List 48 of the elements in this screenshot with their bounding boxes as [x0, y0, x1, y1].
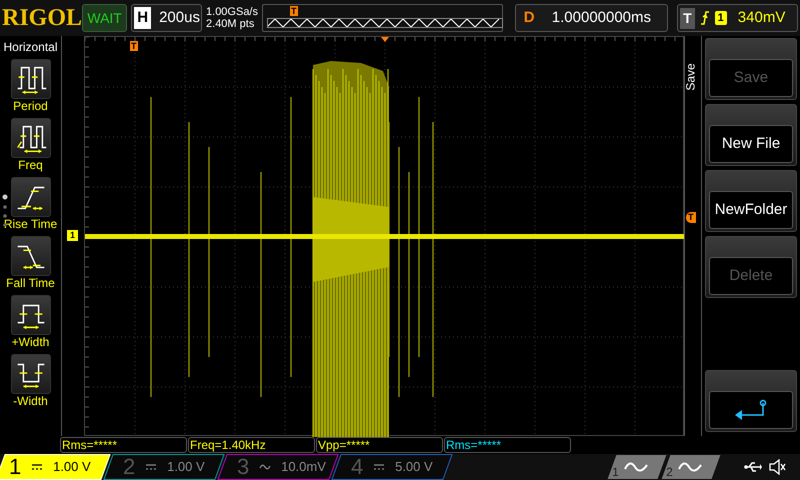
- softkey-button[interactable]: New File: [705, 104, 797, 166]
- channel-tab[interactable]: 3 10.0mV: [217, 454, 339, 480]
- ac-coupling-icon: [259, 463, 272, 471]
- run-status: WAIT: [82, 4, 128, 32]
- timebase-label: H: [134, 6, 152, 30]
- measurement-readout: Rms=*****: [60, 437, 187, 453]
- return-arrow-icon: [733, 399, 769, 421]
- delay-value: 1.00000000ms: [552, 8, 652, 28]
- memory-waveform-icon: [267, 18, 503, 28]
- timebase-value: 200us: [159, 8, 200, 28]
- trigger-source: 1: [714, 11, 727, 25]
- delay-label: D: [524, 8, 536, 28]
- trigger-position-marker: T: [130, 41, 138, 51]
- channel-scale: 10.0mV: [281, 458, 326, 476]
- channel-tab[interactable]: 2 1.00 V: [103, 454, 225, 480]
- trigger-level-marker: T: [686, 212, 696, 223]
- softkey-button[interactable]: NewFolder: [705, 170, 797, 232]
- channel-scale: 5.00 V: [395, 458, 433, 476]
- dc-coupling-icon: [31, 463, 44, 471]
- measurement-readout: Vpp=*****: [316, 437, 443, 453]
- back-button[interactable]: [705, 370, 797, 432]
- channel-tab[interactable]: 1 1.00 V: [0, 454, 111, 480]
- channel-number: 3: [237, 456, 250, 478]
- usb-icon: [744, 461, 762, 473]
- memory-depth: 2.40M pts: [206, 18, 256, 30]
- channel-number: 1: [9, 456, 22, 478]
- generator-status[interactable]: 1: [608, 455, 666, 479]
- measurement-readout: Rms=*****: [444, 437, 571, 453]
- trigger-position-marker: T: [290, 6, 298, 16]
- generator-number: 1: [612, 465, 619, 479]
- dc-coupling-icon: [145, 463, 158, 471]
- rising-edge-icon: [700, 10, 710, 26]
- channel-tab[interactable]: 4 5.00 V: [331, 454, 453, 480]
- dc-coupling-icon: [373, 463, 386, 471]
- channel-marker: 1: [67, 230, 78, 241]
- trigger-level: 340mV: [738, 8, 786, 28]
- menu-title: Save: [682, 63, 699, 91]
- channel-number: 4: [351, 456, 364, 478]
- measurement-readout: Freq=1.40kHz: [188, 437, 315, 453]
- speaker-muted-icon: [768, 459, 786, 475]
- menu-title: Horizontal: [3, 39, 58, 56]
- sample-rate: 1.00GSa/s: [206, 6, 258, 18]
- channel-scale: 1.00 V: [167, 458, 205, 476]
- channel-number: 2: [123, 456, 136, 478]
- trigger-label: T: [680, 8, 695, 28]
- generator-status[interactable]: 2: [662, 455, 720, 479]
- channel-scale: 1.00 V: [53, 458, 91, 476]
- generator-number: 2: [666, 465, 673, 479]
